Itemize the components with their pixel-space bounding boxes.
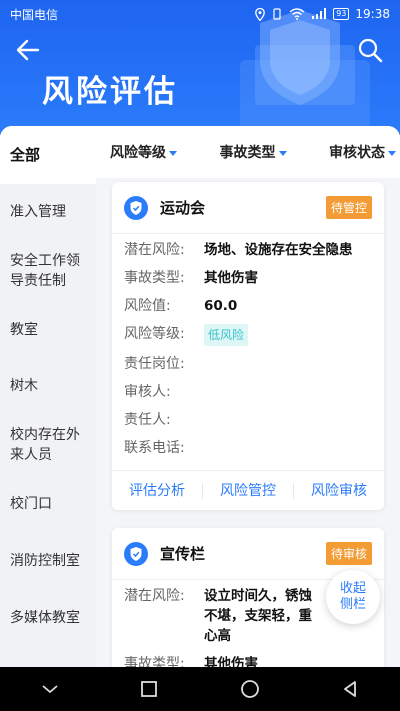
card-title: 运动会 <box>160 199 206 217</box>
filter-review-status[interactable]: 审核状态 <box>329 142 396 162</box>
back-triangle-icon[interactable] <box>341 680 359 698</box>
page-title: 风险评估 <box>42 74 178 110</box>
category-sidebar: 全部 准入管理 安全工作领导责任制 教室 树木 校内存在外来人员 校门口 消防控… <box>0 126 96 667</box>
caret-down-icon <box>169 150 177 156</box>
filter-accident-type[interactable]: 事故类型 <box>220 142 287 162</box>
shield-check-icon <box>124 195 148 220</box>
signal-icon <box>312 8 327 19</box>
header: 中国电信 93 19:38 风险评估 <box>0 0 400 135</box>
sidebar-item-all[interactable]: 全部 <box>0 126 96 184</box>
field-label: 潜在风险: <box>124 588 185 604</box>
risk-value: 60.0 <box>204 298 238 314</box>
sidebar-item-access-management[interactable]: 准入管理 <box>0 184 96 240</box>
status-badge: 待审核 <box>325 542 372 565</box>
sidebar-item-school-gate[interactable]: 校门口 <box>0 476 96 532</box>
accident-type-value: 其他伤害 <box>204 656 258 667</box>
potential-risk-value: 设立时间久，锈蚀不堪，支架轻，重心高 <box>204 588 312 644</box>
field-label: 风险等级: <box>124 326 185 342</box>
risk-level-tag: 低风险 <box>204 324 249 346</box>
field-label: 审核人: <box>124 384 171 400</box>
card-header: 运动会 待管控 <box>112 182 384 234</box>
field-label: 事故类型: <box>124 656 185 667</box>
status-bar: 中国电信 93 19:38 <box>0 0 400 28</box>
risk-review-button[interactable]: 风险审核 <box>294 483 384 499</box>
arrow-left-icon[interactable] <box>14 36 42 64</box>
card-title: 宣传栏 <box>160 545 206 563</box>
location-icon <box>255 7 266 21</box>
potential-risk-value: 场地、设施存在安全隐患 <box>204 242 353 258</box>
field-label: 联系电话: <box>124 440 185 456</box>
sidebar-item-outsiders[interactable]: 校内存在外来人员 <box>0 414 96 476</box>
status-badge: 待管控 <box>325 196 372 219</box>
accident-type-value: 其他伤害 <box>204 270 258 286</box>
system-nav-bar <box>0 667 400 711</box>
card-actions: 评估分析 风险管控 风险审核 <box>112 470 384 510</box>
field-label: 责任岗位: <box>124 356 185 372</box>
filter-bar: 风险等级 事故类型 审核状态 <box>96 126 400 178</box>
risk-control-button[interactable]: 风险管控 <box>203 482 294 499</box>
card-body: 潜在风险: 场地、设施存在安全隐患 事故类型: 其他伤害 风险值: 60.0 风险等级… <box>112 234 384 470</box>
caret-down-icon <box>388 150 396 156</box>
field-label: 事故类型: <box>124 270 185 286</box>
sidebar-item-trees[interactable]: 树木 <box>0 358 96 414</box>
sidebar-item-classroom[interactable]: 教室 <box>0 302 96 358</box>
recent-apps-icon[interactable] <box>140 680 158 698</box>
caret-down-icon <box>278 150 287 156</box>
home-icon[interactable] <box>240 679 260 699</box>
collapse-sidebar-button[interactable]: 收起 侧栏 <box>326 570 380 624</box>
risk-card[interactable]: 运动会 待管控 潜在风险: 场地、设施存在安全隐患 事故类型: 其他伤害 风险值: 6… <box>112 182 384 510</box>
sidebar-item-fire-control-room[interactable]: 消防控制室 <box>0 532 96 590</box>
filter-risk-level[interactable]: 风险等级 <box>110 142 177 162</box>
field-label: 潜在风险: <box>124 242 185 258</box>
sidebar-item-multimedia-classroom[interactable]: 多媒体教室 <box>0 590 96 646</box>
field-label: 风险值: <box>124 298 171 314</box>
battery-icon: 93 <box>333 8 350 20</box>
clock: 19:38 <box>355 7 390 21</box>
search-icon[interactable] <box>356 36 384 64</box>
chevron-down-icon[interactable] <box>41 683 59 695</box>
assessment-analysis-button[interactable]: 评估分析 <box>112 482 203 499</box>
shield-check-icon <box>124 541 148 566</box>
field-label: 责任人: <box>124 412 171 428</box>
sidebar-item-safety-leadership[interactable]: 安全工作领导责任制 <box>0 240 96 302</box>
vibrate-icon <box>273 8 281 20</box>
wifi-icon <box>289 8 305 20</box>
carrier-label: 中国电信 <box>10 7 59 22</box>
